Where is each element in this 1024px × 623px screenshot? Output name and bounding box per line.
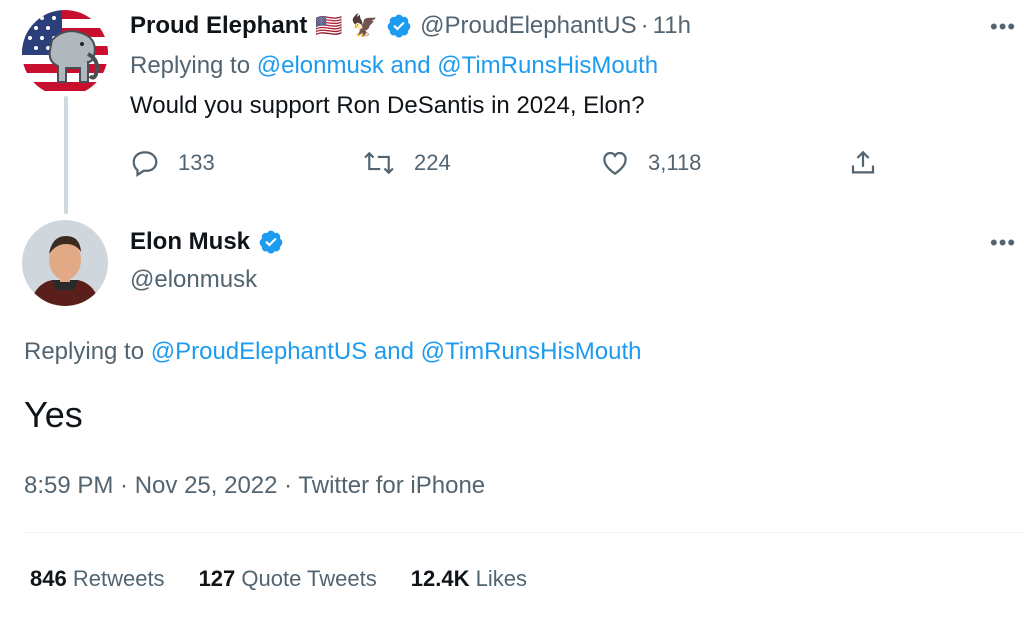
verified-badge-icon bbox=[258, 229, 284, 255]
meta-separator: · bbox=[113, 472, 135, 499]
tweet-time[interactable]: 8:59 PM bbox=[24, 472, 113, 499]
reply-author-name[interactable]: Proud Elephant bbox=[130, 12, 307, 40]
share-action[interactable] bbox=[848, 148, 878, 178]
main-tweet-author: Elon Musk bbox=[130, 228, 284, 256]
stats-top-divider bbox=[24, 532, 1024, 533]
quote-tweets-stat[interactable]: 127 Quote Tweets bbox=[199, 566, 377, 592]
reply-replying-to: Replying to @elonmusk and @TimRunsHisMou… bbox=[130, 52, 658, 80]
tweet-date[interactable]: Nov 25, 2022 bbox=[135, 472, 278, 499]
main-author-handle[interactable]: @elonmusk bbox=[130, 266, 257, 294]
tweet-source[interactable]: Twitter for iPhone bbox=[298, 472, 485, 499]
replying-prefix: Replying to bbox=[130, 52, 257, 79]
like-action[interactable]: 3,118 bbox=[600, 148, 701, 178]
main-tweet-text: Yes bbox=[24, 394, 83, 435]
elon-musk-avatar[interactable] bbox=[22, 220, 108, 306]
reply-action[interactable]: 133 bbox=[130, 148, 215, 178]
replying-user-link[interactable]: @TimRunsHisMouth bbox=[421, 338, 642, 365]
likes-stat[interactable]: 12.4K Likes bbox=[411, 566, 527, 592]
replying-and: and bbox=[367, 338, 421, 365]
retweet-icon bbox=[364, 151, 394, 175]
us-flag-emoji: 🇺🇸 bbox=[315, 13, 343, 38]
eagle-emoji: 🦅 bbox=[350, 13, 379, 38]
elephant-flag-avatar-image bbox=[22, 10, 108, 96]
comment-icon bbox=[132, 151, 158, 177]
thread-connector-line bbox=[64, 96, 68, 214]
meta-separator: · bbox=[277, 472, 299, 499]
replying-user-link[interactable]: @ProudElephantUS bbox=[151, 338, 368, 365]
like-count: 3,118 bbox=[648, 150, 702, 175]
retweet-count: 224 bbox=[414, 150, 451, 175]
reply-header-separator: · bbox=[640, 12, 649, 39]
tweet-metadata: 8:59 PM · Nov 25, 2022 · Twitter for iPh… bbox=[24, 472, 485, 500]
reply-tweet-header: Proud Elephant 🇺🇸 🦅 @ProudElephantUS · 1… bbox=[130, 12, 691, 40]
main-more-options-icon[interactable]: ••• bbox=[990, 230, 1016, 256]
reply-more-options-icon[interactable]: ••• bbox=[990, 14, 1016, 40]
replying-user-link[interactable]: @TimRunsHisMouth bbox=[437, 52, 658, 79]
reply-tweet-text: Would you support Ron DeSantis in 2024, … bbox=[130, 92, 645, 119]
retweets-stat[interactable]: 846 Retweets bbox=[30, 566, 165, 592]
reply-author-handle[interactable]: @ProudElephantUS bbox=[420, 12, 637, 40]
retweet-action[interactable]: 224 bbox=[362, 148, 451, 178]
verified-badge-icon bbox=[386, 13, 412, 39]
proud-elephant-avatar[interactable] bbox=[22, 10, 108, 96]
replying-user-link[interactable]: @elonmusk bbox=[257, 52, 384, 79]
main-replying-to: Replying to @ProudElephantUS and @TimRun… bbox=[24, 338, 642, 366]
replying-and: and bbox=[383, 52, 438, 79]
profile-photo-image bbox=[22, 220, 108, 306]
tweet-stats: 846 Retweets 127 Quote Tweets 12.4K Like… bbox=[30, 566, 527, 592]
heart-icon bbox=[603, 151, 627, 175]
replying-prefix: Replying to bbox=[24, 338, 151, 365]
main-author-name[interactable]: Elon Musk bbox=[130, 228, 250, 256]
reply-count: 133 bbox=[178, 150, 215, 175]
share-icon bbox=[851, 150, 875, 174]
reply-time-ago[interactable]: 11h bbox=[653, 12, 691, 40]
